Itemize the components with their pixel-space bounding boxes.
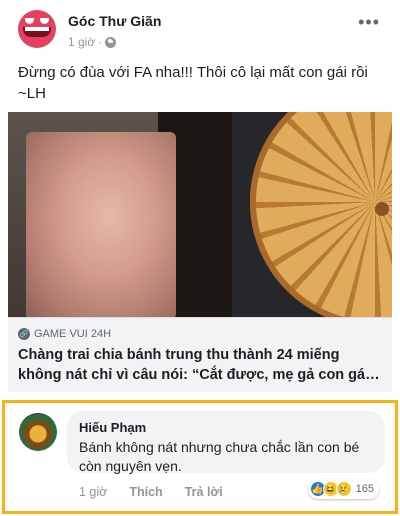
commenter-name[interactable]: Hiếu Phạm: [79, 420, 146, 435]
comment-actions: 1 giờ Thích Trả lời: [79, 485, 223, 499]
blurred-face: [26, 132, 176, 317]
page-avatar[interactable]: [18, 10, 56, 48]
highlighted-comment: Hiếu Phạm Bánh không nát nhưng chưa chắc…: [2, 400, 398, 514]
reply-button[interactable]: Trả lời: [185, 485, 223, 499]
like-button[interactable]: Thích: [129, 485, 162, 499]
mooncake-image: [232, 112, 392, 317]
page-name[interactable]: Góc Thư Giãn: [68, 13, 161, 29]
link-icon: 🔗: [18, 328, 30, 340]
link-info[interactable]: 🔗 GAME VUI 24H Chàng trai chia bánh trun…: [8, 317, 392, 392]
reaction-count: 165: [355, 483, 374, 495]
comment-bubble: Hiếu Phạm Bánh không nát nhưng chưa chắc…: [67, 411, 385, 474]
post-header: Góc Thư Giãn 1 giờ · •••: [0, 0, 400, 56]
meta-separator: ·: [98, 35, 103, 49]
reaction-summary[interactable]: 👍 😆 😢 165: [307, 479, 379, 499]
globe-icon: [105, 36, 117, 48]
blurred-portrait-image: [8, 112, 232, 317]
link-preview-card[interactable]: 🔗 GAME VUI 24H Chàng trai chia bánh trun…: [8, 112, 392, 392]
post-time[interactable]: 1 giờ: [68, 35, 95, 49]
sad-icon: 😢: [335, 481, 352, 497]
more-options-icon[interactable]: •••: [358, 12, 380, 33]
sliced-mooncake: [250, 112, 392, 317]
link-source-label: GAME VUI 24H: [34, 328, 112, 340]
post-meta: 1 giờ ·: [68, 35, 117, 49]
comment-text: Bánh không nát nhưng chưa chắc lần con b…: [79, 439, 360, 474]
link-headline[interactable]: Chàng trai chia bánh trung thu thành 24 …: [18, 345, 388, 385]
link-preview-image[interactable]: [8, 112, 392, 317]
commenter-avatar[interactable]: [19, 413, 57, 451]
comment-time[interactable]: 1 giờ: [79, 485, 107, 499]
post-text: Đừng có đùa với FA nha!!! Thôi cô lại mấ…: [18, 64, 368, 102]
link-source: 🔗 GAME VUI 24H: [18, 328, 111, 340]
